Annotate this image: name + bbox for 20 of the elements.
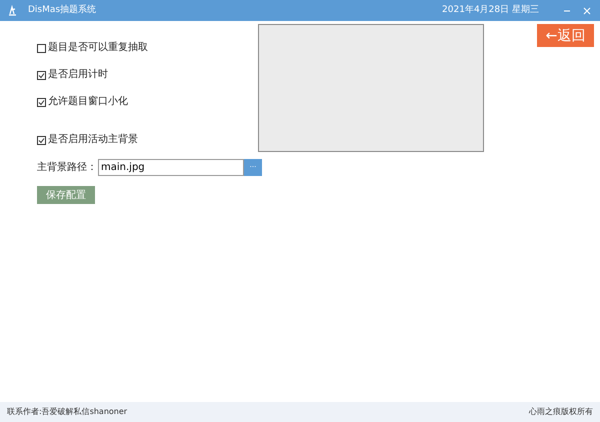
check-icon <box>38 98 45 106</box>
path-label: 主背景路径： <box>37 160 97 175</box>
checkbox[interactable] <box>37 136 46 144</box>
checkbox[interactable] <box>37 98 46 106</box>
checkbox[interactable] <box>37 44 46 52</box>
check-icon <box>38 72 45 78</box>
option-checkbox[interactable]: 是否启用活动主背景 <box>37 135 258 145</box>
date-text: 2021年4月28日 星期三 <box>442 4 539 17</box>
option-checkbox[interactable]: 允许题目窗口小化 <box>37 97 258 107</box>
app-icon <box>7 5 18 16</box>
contact-text: 联系作者:吾爱破解私信shanoner <box>7 406 128 418</box>
window-title: DisMas抽题系统 <box>28 4 96 17</box>
close-button[interactable] <box>581 4 593 16</box>
close-icon <box>583 6 591 14</box>
path-field[interactable]: main.jpg <box>98 159 244 176</box>
option-checkbox[interactable]: 题目是否可以重复抽取 <box>37 43 258 53</box>
checkbox[interactable] <box>37 70 46 80</box>
option-checkbox[interactable]: 是否启用计时 <box>37 70 258 80</box>
check-icon <box>38 136 45 144</box>
copyright-text: 心雨之痕版权所有 <box>529 406 593 418</box>
